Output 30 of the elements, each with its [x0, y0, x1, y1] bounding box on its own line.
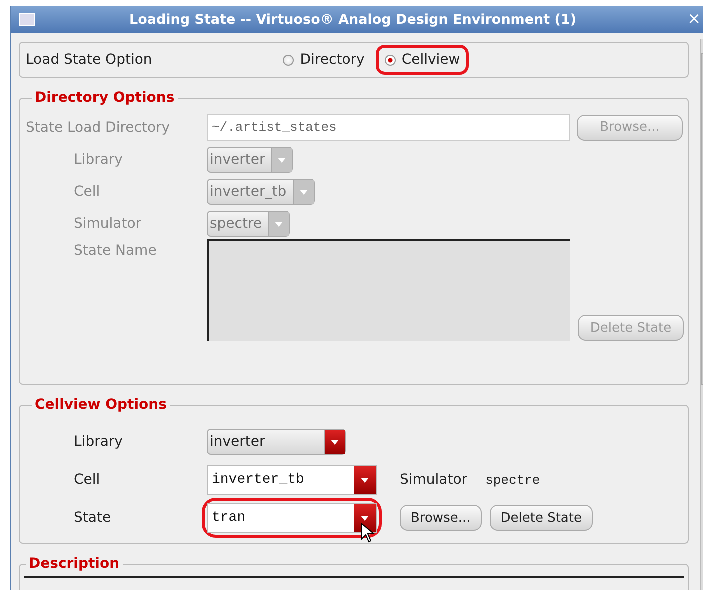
- push-button[interactable]: Delete State: [490, 505, 593, 531]
- group-title: Directory Options: [34, 90, 176, 106]
- field-label: Simulator: [400, 472, 468, 488]
- field-label: State Load Directory: [26, 120, 172, 136]
- group-title: Cellview Options: [34, 397, 168, 413]
- push-button[interactable]: Browse...: [400, 505, 482, 531]
- caret-icon: [361, 478, 369, 482]
- field-label: Simulator: [73, 216, 143, 232]
- caret-icon: [278, 158, 286, 162]
- caret-icon: [331, 440, 339, 444]
- radio-option[interactable]: Cellview: [376, 45, 470, 75]
- caret-icon: [275, 222, 284, 226]
- dropdown[interactable]: inverter: [207, 429, 346, 455]
- radio-option[interactable]: Directory: [274, 45, 374, 75]
- field-label: Cell: [73, 472, 102, 488]
- window-title: Loading State -- Virtuoso® Analog Design Environment (1): [128, 12, 578, 28]
- caret-icon: [361, 516, 369, 520]
- mouse-cursor-icon: [361, 523, 375, 543]
- field-label: Library: [73, 434, 124, 450]
- field-label: Load State Option: [26, 52, 152, 68]
- field-label: Library: [73, 152, 124, 168]
- window-icon: [19, 13, 35, 26]
- combo-box[interactable]: inverter_tb: [207, 465, 377, 495]
- field-label: State: [73, 510, 112, 526]
- field-value: spectre: [486, 472, 540, 488]
- field-label: State Name: [73, 243, 158, 259]
- caret-icon: [300, 190, 308, 194]
- field-label: Cell: [73, 184, 102, 200]
- combo-box[interactable]: tran: [207, 503, 377, 533]
- group-title: Description: [28, 556, 121, 572]
